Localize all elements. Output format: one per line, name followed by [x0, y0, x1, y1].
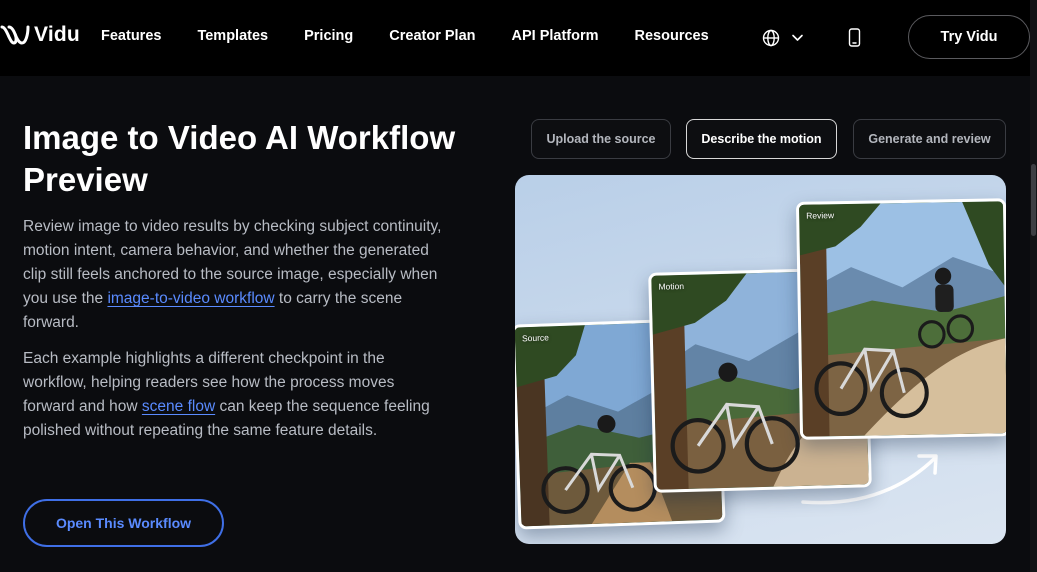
page-title: Image to Video AI Workflow Preview [23, 119, 456, 198]
nav-item-features[interactable]: Features [101, 28, 161, 44]
workflow-preview-image: Source Motion Review [515, 175, 1006, 544]
brand-name: Vidu [34, 23, 80, 46]
scrollbar-thumb[interactable] [1031, 164, 1036, 236]
globe-icon[interactable] [762, 29, 780, 47]
nav-item-templates[interactable]: Templates [197, 28, 268, 44]
scene-flow-link[interactable]: scene flow [142, 398, 215, 415]
image-to-video-workflow-link[interactable]: image-to-video workflow [107, 290, 274, 307]
hero-paragraph-1: Review image to video results by checkin… [23, 215, 443, 335]
nav-item-creator-plan[interactable]: Creator Plan [389, 28, 475, 44]
top-navigation-bar: Vidu Features Templates Pricing Creator … [0, 0, 1037, 76]
scrollbar-track[interactable] [1030, 0, 1037, 572]
hero-paragraph-2: Each example highlights a different chec… [23, 347, 443, 443]
preview-card-review: Review [795, 198, 1006, 440]
card-label-review: Review [806, 210, 835, 221]
review-scene-image [798, 201, 1006, 437]
nav-item-pricing[interactable]: Pricing [304, 28, 353, 44]
card-label-source: Source [521, 332, 550, 344]
nav-item-resources[interactable]: Resources [635, 28, 709, 44]
vidu-logo-icon [0, 25, 30, 45]
step-generate-review[interactable]: Generate and review [853, 119, 1006, 159]
nav-item-api-platform[interactable]: API Platform [512, 28, 599, 44]
chevron-down-icon[interactable] [791, 31, 804, 44]
brand-logo[interactable]: Vidu [0, 22, 80, 48]
mobile-phone-icon[interactable] [848, 28, 861, 47]
try-vidu-button[interactable]: Try Vidu [908, 15, 1030, 59]
step-describe-motion[interactable]: Describe the motion [686, 119, 837, 159]
step-upload-source[interactable]: Upload the source [531, 119, 671, 159]
main-nav: Features Templates Pricing Creator Plan … [101, 28, 745, 44]
card-label-motion: Motion [658, 280, 685, 292]
open-workflow-button[interactable]: Open This Workflow [23, 499, 224, 547]
